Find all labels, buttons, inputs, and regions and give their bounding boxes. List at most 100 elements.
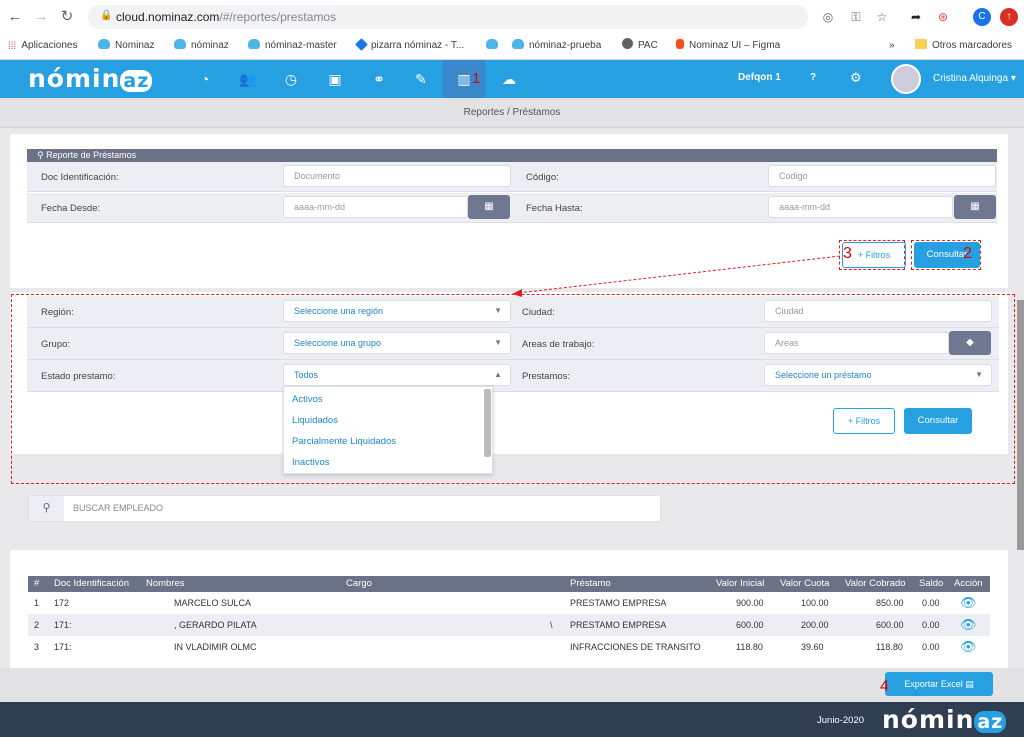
cell-doc: 172: [54, 598, 70, 608]
code-label: Código:: [526, 172, 559, 183]
location-icon[interactable]: ◎: [820, 9, 836, 25]
address-row: ← → ↻ 🔒 cloud.nominaz.com/#/reportes/pre…: [0, 0, 1024, 34]
cell-index: 3: [34, 642, 40, 652]
view-eye-icon[interactable]: 👁: [960, 636, 977, 658]
cloud-icon: [248, 39, 260, 49]
from-date-label: Fecha Desde:: [41, 203, 101, 214]
cell-initial: 118.80: [736, 642, 763, 652]
to-date-label: Fecha Hasta:: [526, 203, 583, 214]
bookmark-nominaz[interactable]: Nominaz: [98, 38, 154, 54]
employee-search: ⚲ BUSCAR EMPLEADO: [28, 495, 661, 522]
cell-initial: 900.00: [736, 598, 764, 608]
col-header: Saldo: [919, 578, 944, 589]
bookmark-cloud[interactable]: [486, 38, 503, 54]
calendar-icon[interactable]: ▦: [954, 195, 996, 219]
settings-gear-icon[interactable]: ⚙: [850, 70, 862, 86]
bookmark-nominaz-prueba[interactable]: nóminaz-prueba: [512, 38, 601, 54]
logo-text: nómin: [28, 64, 121, 93]
cell-initial: 600.00: [736, 620, 764, 630]
user-menu[interactable]: Cristina Alquinga ▾: [933, 73, 1016, 84]
cell-quota: 100.00: [801, 598, 829, 608]
bookmark-apps[interactable]: ⁞⁞⁞ Aplicaciones: [8, 38, 78, 54]
bookmark-label: PAC: [638, 40, 658, 51]
code-input[interactable]: Codigo: [768, 165, 996, 187]
report-title: Reporte de Préstamos: [46, 150, 137, 160]
briefcase-icon[interactable]: ▣: [320, 60, 350, 98]
cloud-upload-icon[interactable]: ☁: [494, 60, 524, 98]
export-excel-button[interactable]: Exportar Excel ▤: [885, 672, 993, 696]
profile-avatar[interactable]: C: [973, 8, 991, 26]
key-icon[interactable]: ⚿: [848, 9, 864, 25]
dashboard-icon[interactable]: ◔: [190, 60, 220, 98]
users-icon[interactable]: 👥: [233, 60, 263, 98]
update-icon[interactable]: ↑: [1000, 8, 1018, 26]
extension-icon[interactable]: ⊛: [935, 9, 951, 25]
doc-input[interactable]: Documento: [283, 165, 511, 187]
bookmark-label: Nominaz UI – Figma: [689, 40, 781, 51]
bookmark-label: Nominaz: [115, 40, 155, 51]
view-eye-icon[interactable]: 👁: [960, 592, 977, 614]
footer: Junio-2020 nómin az: [0, 702, 1024, 737]
cell-balance: 0.00: [922, 620, 940, 630]
cloud-icon: [174, 39, 186, 49]
to-date-input[interactable]: aaaa-mm-dd: [768, 196, 953, 218]
star-icon[interactable]: ☆: [874, 9, 890, 25]
cell-doc: 171:: [54, 620, 72, 630]
annotation-number-1: 1: [472, 70, 481, 87]
calendar-icon[interactable]: ▦: [468, 195, 510, 219]
cell-name: , GERARDO PILATA: [174, 620, 257, 630]
forward-arrow-icon[interactable]: →: [32, 8, 50, 26]
bookmark-pac[interactable]: PAC: [622, 38, 658, 54]
cloud-icon: [98, 39, 110, 49]
report-panel-header: ⚲ Reporte de Préstamos: [27, 149, 997, 162]
export-label: Exportar Excel: [904, 679, 963, 689]
company-selector[interactable]: Defqon 1: [738, 72, 781, 83]
col-header: Valor Inicial: [716, 578, 765, 589]
table-row[interactable]: 1 172 MARCELO SULCA PRESTAMO EMPRESA 900…: [28, 592, 990, 614]
clock-icon[interactable]: ◷: [276, 60, 306, 98]
from-date-input[interactable]: aaaa-mm-dd: [283, 196, 468, 218]
bookmark-nominaz-master[interactable]: nóminaz-master: [248, 38, 337, 54]
cell-index: 2: [34, 620, 40, 630]
view-eye-icon[interactable]: 👁: [960, 614, 977, 636]
page-scrollbar[interactable]: [1017, 300, 1024, 550]
reload-icon[interactable]: ↻: [58, 8, 76, 26]
copyright-text: Junio-2020: [817, 715, 865, 726]
bookmark-nominaz-2[interactable]: nóminaz: [174, 38, 229, 54]
table-row[interactable]: 2 171: , GERARDO PILATA \ PRESTAMO EMPRE…: [28, 614, 990, 636]
browser-chrome: ← → ↻ 🔒 cloud.nominaz.com/#/reportes/pre…: [0, 0, 1024, 60]
other-bookmarks[interactable]: Otros marcadores: [915, 38, 1012, 54]
bookmark-pizarra[interactable]: pizarra nóminaz - T...: [355, 38, 465, 54]
table-header: # Doc Identificación Nombres Cargo Prést…: [28, 576, 990, 592]
back-arrow-icon[interactable]: ←: [6, 8, 24, 26]
bookmark-figma[interactable]: Nominaz UI – Figma: [676, 38, 780, 54]
footer-logo: nómin az: [882, 705, 1007, 734]
url-host: cloud.nominaz.com: [116, 10, 220, 24]
help-button[interactable]: ?: [810, 72, 816, 83]
app-logo[interactable]: nómin az: [28, 64, 153, 93]
url-bar[interactable]: 🔒 cloud.nominaz.com/#/reportes/prestamos: [88, 5, 808, 29]
col-header: Nombres: [146, 578, 185, 589]
edit-icon[interactable]: ✎: [406, 60, 436, 98]
share-arrow-icon[interactable]: ➦: [908, 9, 924, 25]
col-header: Cargo: [346, 578, 372, 589]
handshake-icon[interactable]: ⚭: [364, 60, 394, 98]
bookmark-label: Aplicaciones: [21, 40, 78, 51]
folder-icon: [915, 39, 927, 49]
form-row-dates: Fecha Desde: aaaa-mm-dd ▦ Fecha Hasta: a…: [27, 193, 997, 223]
logo-badge: az: [120, 70, 153, 92]
cell-index: 1: [34, 598, 40, 608]
col-header: Valor Cobrado: [845, 578, 906, 589]
cell-quota: 39.60: [801, 642, 824, 652]
cell-loan: PRESTAMO EMPRESA: [570, 598, 667, 608]
cell-position: \: [550, 620, 553, 630]
user-avatar[interactable]: [891, 64, 921, 94]
table-row[interactable]: 3 171: IN VLADIMIR OLMC INFRACCIONES DE …: [28, 636, 990, 658]
bookmark-label: pizarra nóminaz - T...: [371, 40, 465, 51]
more-bookmarks[interactable]: »: [889, 38, 895, 54]
cloud-icon: [486, 39, 498, 49]
col-header: #: [34, 578, 40, 589]
cell-doc: 171:: [54, 642, 72, 652]
search-icon: ⚲: [29, 496, 64, 521]
employee-search-input[interactable]: BUSCAR EMPLEADO: [73, 496, 163, 521]
